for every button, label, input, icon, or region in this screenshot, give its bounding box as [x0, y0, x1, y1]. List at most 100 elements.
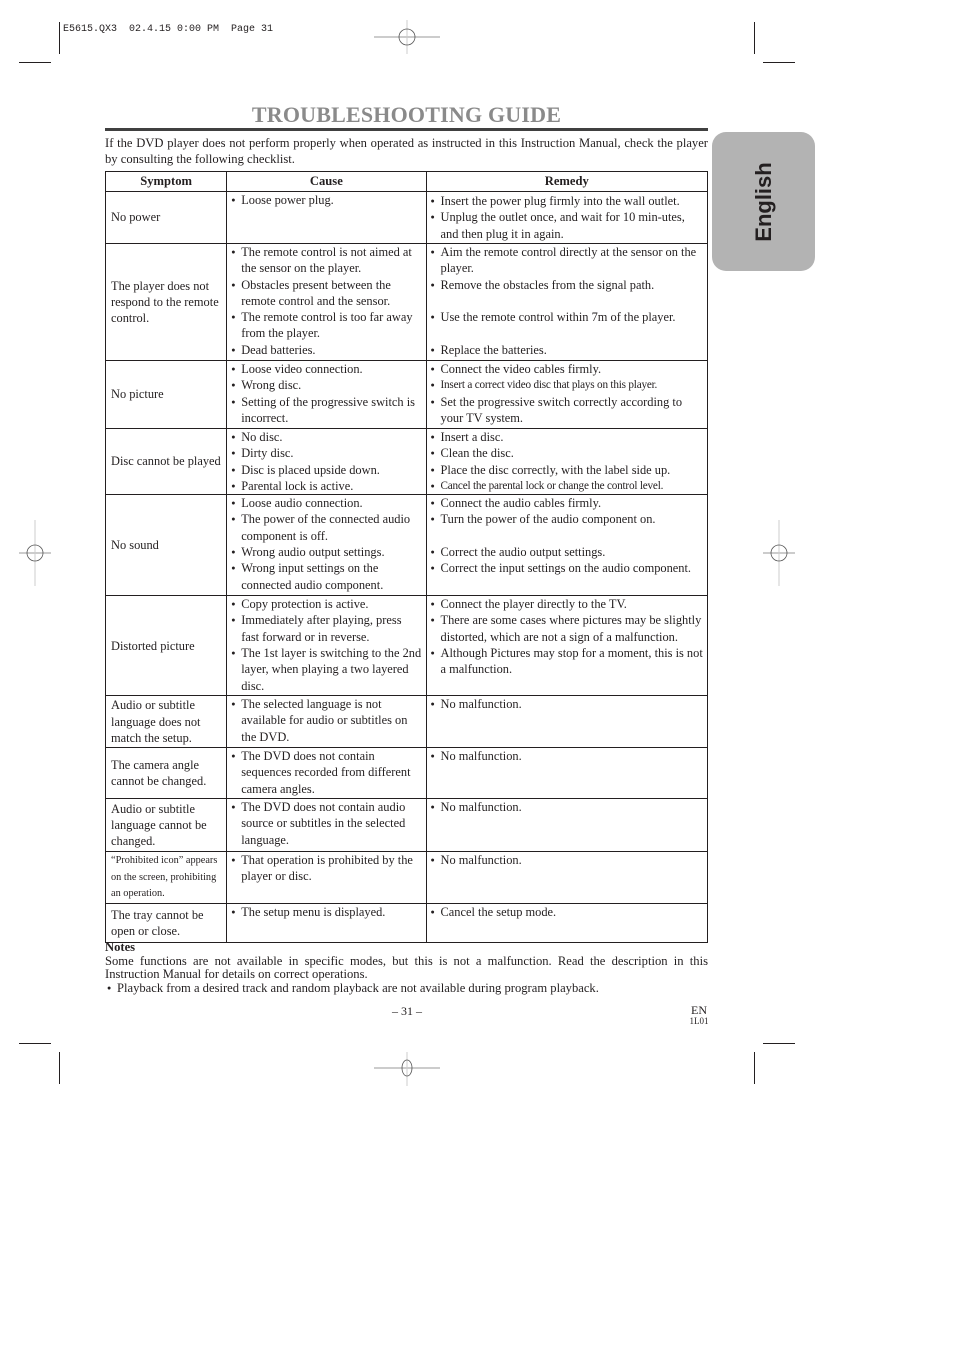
symptom-cell: Disc cannot be played — [104, 427, 228, 496]
remedy-item: Aim the remote control directly at the s… — [431, 244, 703, 277]
registration-mark-icon — [374, 20, 440, 54]
symptom-cell: “Prohibited icon” appears on the screen,… — [104, 851, 228, 905]
remedy-item: Use the remote control within 7m of the … — [431, 309, 703, 326]
cause-cell-list: The DVD does not contain sequences recor… — [231, 748, 421, 797]
cause-item: Loose power plug. — [231, 192, 421, 209]
remedy-cell: Insert a disc.Clean the disc.Place the d… — [425, 427, 709, 496]
symptom-cell: Audio or subtitle language cannot be cha… — [104, 798, 228, 853]
cause-cell-list: The remote control is not aimed at the s… — [231, 244, 421, 358]
table-row: Disc cannot be playedNo disc.Dirty disc.… — [104, 427, 709, 496]
remedy-cell-list: Connect the video cables firmly.Insert a… — [431, 361, 703, 426]
remedy-cell-list: No malfunction. — [431, 748, 703, 765]
cause-item: The 1st layer is switching to the 2nd la… — [231, 645, 421, 694]
table-row: No powerLoose power plug. Insert the powe… — [104, 191, 709, 244]
table-row: Distorted pictureCopy protection is acti… — [104, 595, 709, 697]
cause-item: Wrong audio output settings. — [231, 544, 421, 561]
cause-item: Obstacles present between the remote con… — [231, 277, 421, 310]
remedy-item: Set the progressive switch correctly acc… — [431, 394, 703, 427]
table-row: Audio or subtitle language does not matc… — [104, 695, 709, 749]
notes-list: Playback from a desired track and random… — [105, 981, 708, 996]
intro-paragraph: If the DVD player does not perform prope… — [105, 136, 708, 166]
remedy-item: Insert the power plug firmly into the wa… — [431, 193, 703, 210]
remedy-cell-list: No malfunction. — [431, 696, 703, 713]
remedy-cell: No malfunction. — [425, 695, 709, 749]
header-cause: Cause — [226, 171, 427, 192]
remedy-cell-list: Aim the remote control directly at the s… — [431, 244, 703, 358]
cause-cell-list: No disc.Dirty disc.Disc is placed upside… — [231, 429, 421, 494]
remedy-cell-list: Cancel the setup mode. — [431, 904, 703, 921]
cause-cell-list: The setup menu is displayed. — [231, 904, 421, 921]
remedy-cell: No malfunction. — [425, 851, 709, 905]
table-row: The camera angle cannot be changed.The D… — [104, 747, 709, 800]
cause-item: Disc is placed upside down. — [231, 462, 421, 479]
remedy-item: Unplug the outlet once, and wait for 10 … — [431, 209, 703, 242]
cause-item: Setting of the progressive switch is inc… — [231, 394, 421, 427]
remedy-item: Connect the audio cables firmly. — [431, 495, 703, 512]
remedy-cell: Connect the audio cables firmly.Turn the… — [425, 494, 709, 597]
cause-cell-list: The selected language is not available f… — [231, 696, 421, 745]
remedy-cell: Insert the power plug firmly into the wa… — [425, 191, 709, 244]
remedy-item: No malfunction. — [431, 799, 703, 816]
symptom-cell: Audio or subtitle language does not matc… — [104, 695, 228, 749]
page-title: TROUBLESHOOTING GUIDE — [251, 102, 562, 127]
remedy-item: No malfunction. — [431, 696, 703, 713]
table-row: Audio or subtitle language cannot be cha… — [104, 798, 709, 853]
registration-mark-icon — [763, 520, 795, 586]
symptom-cell: No picture — [104, 360, 228, 429]
remedy-item: Turn the power of the audio component on… — [431, 511, 703, 528]
cause-item: Parental lock is active. — [231, 478, 421, 495]
document-code: 1L01 — [689, 1016, 709, 1026]
remedy-cell-list: Connect the audio cables firmly.Turn the… — [431, 495, 703, 577]
notes-bullet: Playback from a desired track and random… — [107, 981, 708, 996]
header-symptom: Symptom — [104, 171, 228, 192]
symptom-cell: The camera angle cannot be changed. — [104, 747, 228, 800]
table-header-row: Symptom Cause Remedy — [104, 171, 709, 192]
cause-cell: The DVD does not contain audio source or… — [226, 798, 427, 853]
crop-mark — [19, 62, 51, 63]
cause-item: Loose audio connection. — [231, 495, 421, 512]
cause-item: The remote control is not aimed at the s… — [231, 244, 421, 277]
notes-text: Some functions are not available in spec… — [105, 953, 708, 981]
cause-cell: The DVD does not contain sequences recor… — [226, 747, 427, 800]
print-slug: E5615.QX3 02.4.15 0:00 PM Page 31 — [63, 24, 274, 35]
cause-cell: Copy protection is active.Immediately af… — [226, 595, 427, 697]
crop-mark — [754, 22, 755, 54]
cause-cell: Loose power plug. — [226, 191, 427, 244]
table-row: “Prohibited icon” appears on the screen,… — [104, 851, 709, 905]
remedy-cell: No malfunction. — [425, 798, 709, 853]
header-remedy: Remedy — [425, 171, 709, 192]
remedy-item: Place the disc correctly, with the label… — [431, 462, 703, 479]
remedy-item: There are some cases where pictures may … — [431, 612, 703, 645]
table-row: No soundLoose audio connection.The power… — [104, 494, 709, 597]
cause-item: That operation is prohibited by the play… — [231, 852, 421, 885]
remedy-cell: Connect the video cables firmly.Insert a… — [425, 360, 709, 429]
remedy-item: Connect the video cables firmly. — [431, 361, 703, 378]
symptom-cell: Distorted picture — [104, 595, 228, 697]
cause-item: The remote control is too far away from … — [231, 309, 421, 342]
cause-item: Dead batteries. — [231, 342, 421, 359]
cause-item: The power of the connected audio compone… — [231, 511, 421, 544]
remedy-cell: Aim the remote control directly at the s… — [425, 243, 709, 361]
title-rule — [105, 128, 708, 131]
cause-cell: The remote control is not aimed at the s… — [226, 243, 427, 361]
cause-cell-list: Loose audio connection.The power of the … — [231, 495, 421, 593]
cause-item: No disc. — [231, 429, 421, 446]
registration-mark-icon — [19, 520, 51, 586]
language-code: EN — [691, 1003, 707, 1017]
page-number: – 31 – — [392, 1004, 422, 1018]
remedy-item: Insert a disc. — [431, 429, 703, 446]
crop-mark — [59, 22, 60, 54]
remedy-item: Correct the input settings on the audio … — [431, 560, 703, 577]
symptom-cell: No sound — [104, 494, 228, 597]
remedy-cell-list: No malfunction. — [431, 799, 703, 816]
remedy-item: Cancel the setup mode. — [431, 904, 703, 921]
table-row: The tray cannot be open or close.The set… — [104, 903, 709, 944]
remedy-item: Remove the obstacles from the signal pat… — [431, 277, 703, 294]
crop-mark — [754, 1052, 755, 1084]
notes-section: Notes Some functions are not available i… — [105, 940, 708, 996]
crop-mark — [19, 1043, 51, 1044]
cause-cell-list: Loose video connection.Wrong disc.Settin… — [231, 361, 421, 426]
cause-item: The selected language is not available f… — [231, 696, 421, 745]
